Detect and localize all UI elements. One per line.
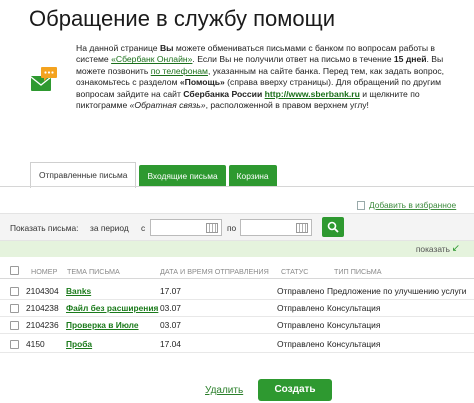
for-period-label: за период <box>90 223 129 233</box>
from-label: с <box>141 223 146 233</box>
show-bar: показать ↙ <box>0 241 474 257</box>
tab-divider <box>0 186 474 187</box>
col-subject: ТЕМА ПИСЬМА <box>67 267 120 276</box>
filter-bar: Показать письма: за период с по <box>0 213 474 241</box>
row-type: Консультация <box>327 320 381 330</box>
info-text: На данной странице Вы можете обмениватьс… <box>76 43 445 111</box>
sberbank-site-link[interactable]: http://www.sberbank.ru <box>265 89 360 99</box>
phones-link[interactable]: по телефонам <box>151 66 208 76</box>
row-subject-link[interactable]: Файл без расширения <box>66 303 158 313</box>
select-all-checkbox[interactable] <box>10 266 19 275</box>
arrow-down-left-icon[interactable]: ↙ <box>452 243 460 254</box>
col-type: ТИП ПИСЬМА <box>334 267 382 276</box>
row-date: 17.04 <box>160 339 181 349</box>
show-letters-label: Показать письма: <box>10 223 79 233</box>
bookmark-icon <box>357 201 365 210</box>
row-subject-link[interactable]: Проба <box>66 339 92 349</box>
tab-sent[interactable]: Отправленные письма <box>30 162 137 188</box>
row-type: Консультация <box>327 339 381 349</box>
envelope-chat-icon <box>30 67 57 91</box>
row-status: Отправлено <box>277 339 325 349</box>
col-status: СТАТУС <box>281 267 309 276</box>
tab-trash[interactable]: Корзина <box>228 165 277 187</box>
add-to-favorites-link[interactable]: Добавить в избранное <box>369 200 456 210</box>
col-number: НОМЕР <box>31 267 58 276</box>
delete-link[interactable]: Удалить <box>205 385 243 396</box>
row-checkbox[interactable] <box>10 321 19 330</box>
row-checkbox[interactable] <box>10 287 19 296</box>
row-type: Консультация <box>327 303 381 313</box>
tab-inbox[interactable]: Входящие письма <box>139 165 226 187</box>
row-date: 17.07 <box>160 286 181 296</box>
date-from-input[interactable] <box>150 219 222 236</box>
row-date: 03.07 <box>160 303 181 313</box>
create-button[interactable]: Создать <box>258 379 332 401</box>
calendar-icon[interactable] <box>296 223 308 233</box>
table-row[interactable]: 4150 Проба 17.04 Отправлено Консультация <box>0 336 474 353</box>
row-number: 2104238 <box>26 303 59 313</box>
col-date: ДАТА И ВРЕМЯ ОТПРАВЛЕНИЯ <box>160 267 269 276</box>
row-subject-link[interactable]: Проверка в Июле <box>66 320 139 330</box>
row-date: 03.07 <box>160 320 181 330</box>
table-row[interactable]: 2104304 Banks 17.07 Отправлено Предложен… <box>0 283 474 300</box>
row-checkbox[interactable] <box>10 304 19 313</box>
row-number: 2104304 <box>26 286 59 296</box>
to-label: по <box>227 223 237 233</box>
row-number: 4150 <box>26 339 45 349</box>
search-button[interactable] <box>322 217 344 237</box>
row-checkbox[interactable] <box>10 340 19 349</box>
row-subject-link[interactable]: Banks <box>66 286 91 296</box>
show-link[interactable]: показать <box>416 244 450 254</box>
row-status: Отправлено <box>277 286 325 296</box>
row-status: Отправлено <box>277 303 325 313</box>
row-number: 2104236 <box>26 320 59 330</box>
search-icon <box>327 221 339 233</box>
tabs: Отправленные письма Входящие письма Корз… <box>30 162 280 188</box>
page-title: Обращение в службу помощи <box>29 6 336 31</box>
row-status: Отправлено <box>277 320 325 330</box>
table-header: НОМЕР ТЕМА ПИСЬМА ДАТА И ВРЕМЯ ОТПРАВЛЕН… <box>0 265 474 279</box>
date-to-input[interactable] <box>240 219 312 236</box>
table-row[interactable]: 2104236 Проверка в Июле 03.07 Отправлено… <box>0 317 474 334</box>
row-type: Предложение по улучшению услуги <box>327 286 467 296</box>
sbol-link[interactable]: «Сбербанк Онлайн» <box>111 54 192 64</box>
calendar-icon[interactable] <box>206 223 218 233</box>
table-row[interactable]: 2104238 Файл без расширения 03.07 Отправ… <box>0 300 474 317</box>
